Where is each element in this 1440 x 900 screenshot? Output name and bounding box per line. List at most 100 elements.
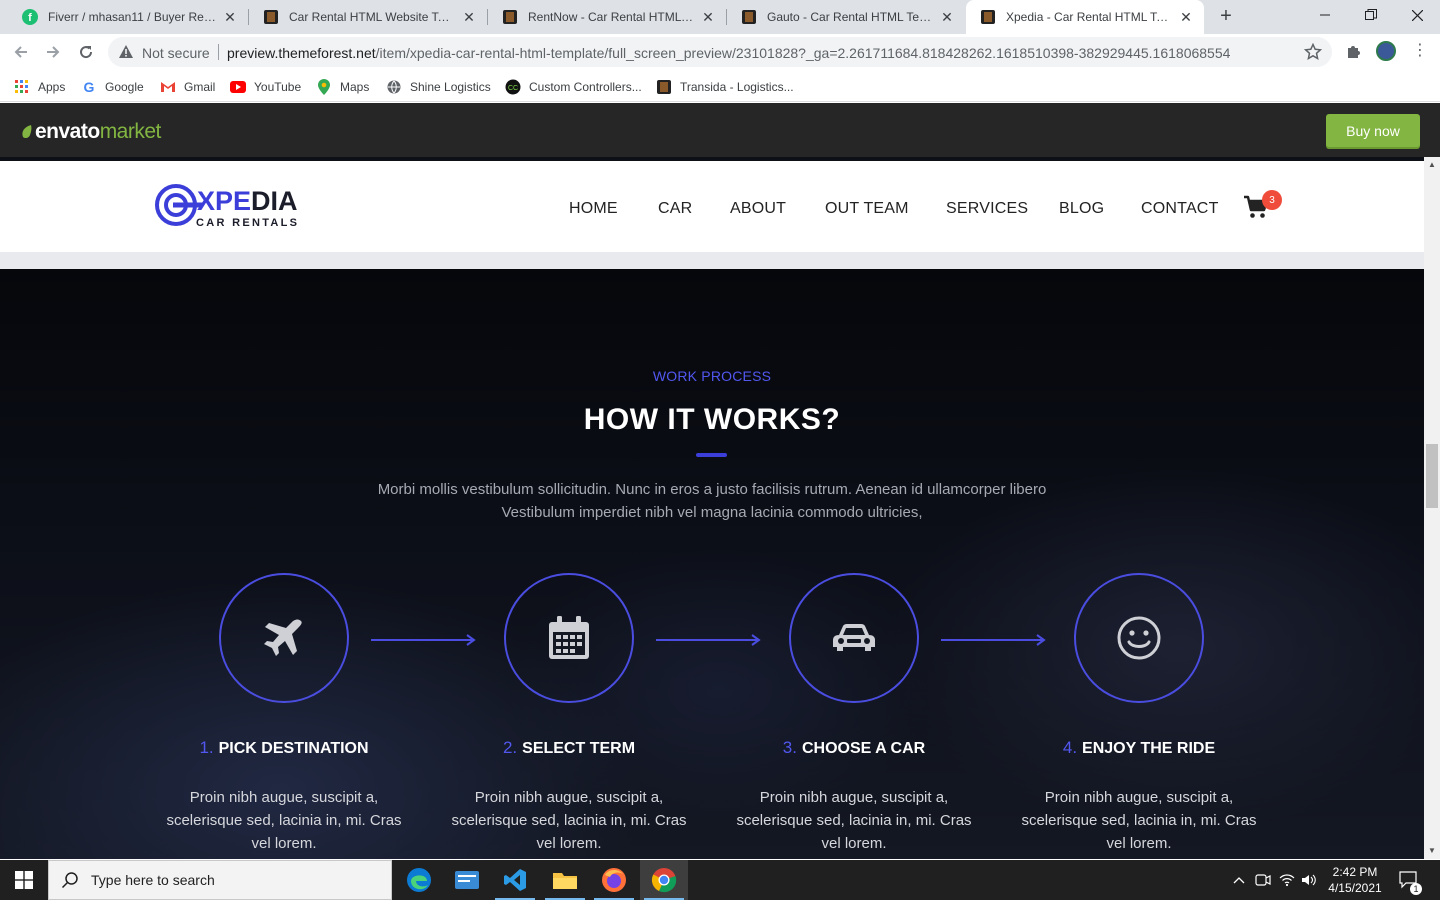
tab-car-rental[interactable]: Car Rental HTML Website Templa ✕ bbox=[249, 0, 487, 34]
step-4-circle bbox=[1074, 573, 1204, 703]
nav-out-team[interactable]: OUT TEAM bbox=[825, 200, 909, 218]
close-tab-icon[interactable]: ✕ bbox=[700, 9, 716, 25]
vscode-icon bbox=[504, 869, 526, 891]
bookmark-transida[interactable]: Transida - Logistics... bbox=[656, 76, 794, 98]
step-number: 3. bbox=[782, 738, 797, 757]
bookmark-youtube[interactable]: YouTube bbox=[230, 76, 301, 98]
envato-market-bar: envato market Buy now bbox=[0, 103, 1440, 157]
tab-title: Car Rental HTML Website Templa bbox=[289, 10, 455, 24]
envato-market-logo[interactable]: envato market bbox=[20, 120, 161, 144]
close-tab-icon[interactable]: ✕ bbox=[1178, 9, 1194, 25]
nav-contact[interactable]: CONTACT bbox=[1141, 200, 1219, 218]
tab-gauto[interactable]: Gauto - Car Rental HTML Templa ✕ bbox=[727, 0, 965, 34]
plane-icon bbox=[264, 619, 302, 656]
extensions-puzzle-icon[interactable] bbox=[1345, 42, 1363, 60]
clock-date: 4/15/2021 bbox=[1328, 881, 1382, 895]
taskbar-firefox[interactable] bbox=[590, 860, 638, 900]
bookmark-shine-logistics[interactable]: Shine Logistics bbox=[386, 76, 491, 98]
step-4-title: 4. ENJOY THE RIDE bbox=[999, 738, 1279, 758]
star-bookmark-icon[interactable] bbox=[1304, 43, 1322, 61]
taskbar-clock[interactable]: 2:42 PM 4/15/2021 bbox=[1320, 864, 1390, 896]
new-tab-button[interactable]: + bbox=[1215, 6, 1237, 28]
fiverr-icon: f bbox=[22, 9, 38, 25]
logo-word-blue: XPE bbox=[197, 186, 252, 216]
address-divider bbox=[218, 44, 219, 60]
tab-title: RentNow - Car Rental HTML Tem bbox=[528, 10, 694, 24]
buy-now-button[interactable]: Buy now bbox=[1326, 114, 1420, 147]
step-2-circle bbox=[504, 573, 634, 703]
close-tab-icon[interactable]: ✕ bbox=[939, 9, 955, 25]
vertical-scrollbar[interactable]: ▲ ▼ bbox=[1424, 157, 1440, 859]
tab-rentnow[interactable]: RentNow - Car Rental HTML Tem ✕ bbox=[488, 0, 726, 34]
section-intro: Morbi mollis vestibulum sollicitudin. Nu… bbox=[340, 478, 1084, 524]
step-3-title: 3. CHOOSE A CAR bbox=[714, 738, 994, 758]
bookmark-apps[interactable]: Apps bbox=[14, 76, 65, 98]
step-1-circle bbox=[219, 573, 349, 703]
youtube-icon bbox=[230, 79, 246, 95]
tab-fiverr[interactable]: f Fiverr / mhasan11 / Buyer Reque ✕ bbox=[8, 0, 248, 34]
scrollbar-thumb[interactable] bbox=[1426, 444, 1438, 508]
step-title-text: PICK DESTINATION bbox=[218, 740, 369, 757]
taskbar-edge[interactable] bbox=[395, 860, 443, 900]
logo-wordmark: XPEDIA bbox=[197, 186, 298, 217]
bookmark-label: Custom Controllers... bbox=[529, 80, 642, 94]
reload-button[interactable] bbox=[74, 40, 98, 64]
start-button[interactable] bbox=[0, 860, 48, 900]
close-window-button[interactable] bbox=[1394, 0, 1440, 30]
themeforest-icon bbox=[742, 10, 756, 24]
tab-xpedia[interactable]: Xpedia - Car Rental HTML Templa ✕ bbox=[966, 0, 1204, 34]
svg-text:CC: CC bbox=[508, 85, 518, 92]
scroll-down-arrow-icon[interactable]: ▼ bbox=[1427, 846, 1437, 856]
themeforest-icon bbox=[264, 10, 278, 24]
close-tab-icon[interactable]: ✕ bbox=[222, 9, 238, 25]
notifications-button[interactable]: 1 bbox=[1394, 860, 1424, 900]
nav-home[interactable]: HOME bbox=[569, 200, 618, 218]
step-title-text: CHOOSE A CAR bbox=[801, 740, 926, 757]
back-button[interactable] bbox=[9, 40, 33, 64]
taskbar-vscode[interactable] bbox=[491, 860, 539, 900]
minimize-button[interactable] bbox=[1302, 0, 1348, 30]
bookmark-gmail[interactable]: Gmail bbox=[160, 76, 215, 98]
nav-about[interactable]: ABOUT bbox=[730, 200, 786, 218]
market-logo-word: market bbox=[99, 120, 162, 143]
tab-title: Fiverr / mhasan11 / Buyer Reque bbox=[48, 10, 216, 24]
close-tab-icon[interactable]: ✕ bbox=[461, 9, 477, 25]
tray-overflow-chevron-icon[interactable] bbox=[1228, 860, 1250, 900]
themeforest-icon bbox=[503, 10, 517, 24]
meet-now-icon[interactable] bbox=[1252, 860, 1274, 900]
step-1-description: Proin nibh augue, suscipit a, scelerisqu… bbox=[166, 789, 402, 852]
chrome-menu-icon[interactable]: ⋮ bbox=[1412, 42, 1428, 60]
scroll-up-arrow-icon[interactable]: ▲ bbox=[1427, 160, 1437, 170]
nav-blog[interactable]: BLOG bbox=[1059, 200, 1104, 218]
step-3-description: Proin nibh augue, suscipit a, scelerisqu… bbox=[736, 789, 972, 852]
bookmark-custom-controllers[interactable]: CC Custom Controllers... bbox=[505, 76, 642, 98]
xpedia-logo[interactable]: XPEDIA CAR RENTALS bbox=[155, 184, 315, 232]
volume-icon[interactable] bbox=[1298, 860, 1320, 900]
nav-services[interactable]: SERVICES bbox=[946, 200, 1028, 218]
security-label[interactable]: Not secure bbox=[142, 45, 210, 61]
step-3-circle bbox=[789, 573, 919, 703]
step-number: 4. bbox=[1062, 738, 1078, 757]
maps-icon bbox=[316, 79, 332, 95]
taskbar-app-2[interactable] bbox=[443, 860, 491, 900]
bookmark-label: YouTube bbox=[254, 80, 302, 94]
bookmark-google[interactable]: G Google bbox=[81, 76, 144, 98]
smile-icon bbox=[1117, 616, 1161, 660]
nav-car[interactable]: CAR bbox=[658, 200, 692, 218]
forward-button[interactable] bbox=[41, 40, 65, 64]
terminal-app-icon bbox=[455, 871, 479, 889]
taskbar-file-explorer[interactable] bbox=[541, 860, 589, 900]
taskbar-chrome[interactable] bbox=[640, 860, 688, 900]
tab-title: Gauto - Car Rental HTML Templa bbox=[767, 10, 933, 24]
wifi-icon[interactable] bbox=[1276, 860, 1298, 900]
url-text[interactable]: preview.themeforest.net/item/xpedia-car-… bbox=[227, 45, 1230, 61]
taskbar-search-box[interactable]: Type here to search bbox=[48, 860, 392, 900]
restore-button[interactable] bbox=[1348, 0, 1394, 30]
bookmarks-bar: Apps G Google Gmail YouTube Maps Shine L… bbox=[0, 71, 1440, 102]
section-eyebrow: WORK PROCESS bbox=[652, 368, 772, 384]
bookmark-label: Google bbox=[105, 80, 144, 94]
site-header: XPEDIA CAR RENTALS HOME CAR ABOUT OUT TE… bbox=[0, 161, 1424, 252]
bookmark-maps[interactable]: Maps bbox=[316, 76, 369, 98]
address-bar[interactable]: Not secure preview.themeforest.net/item/… bbox=[108, 37, 1332, 67]
profile-avatar[interactable] bbox=[1376, 41, 1396, 61]
